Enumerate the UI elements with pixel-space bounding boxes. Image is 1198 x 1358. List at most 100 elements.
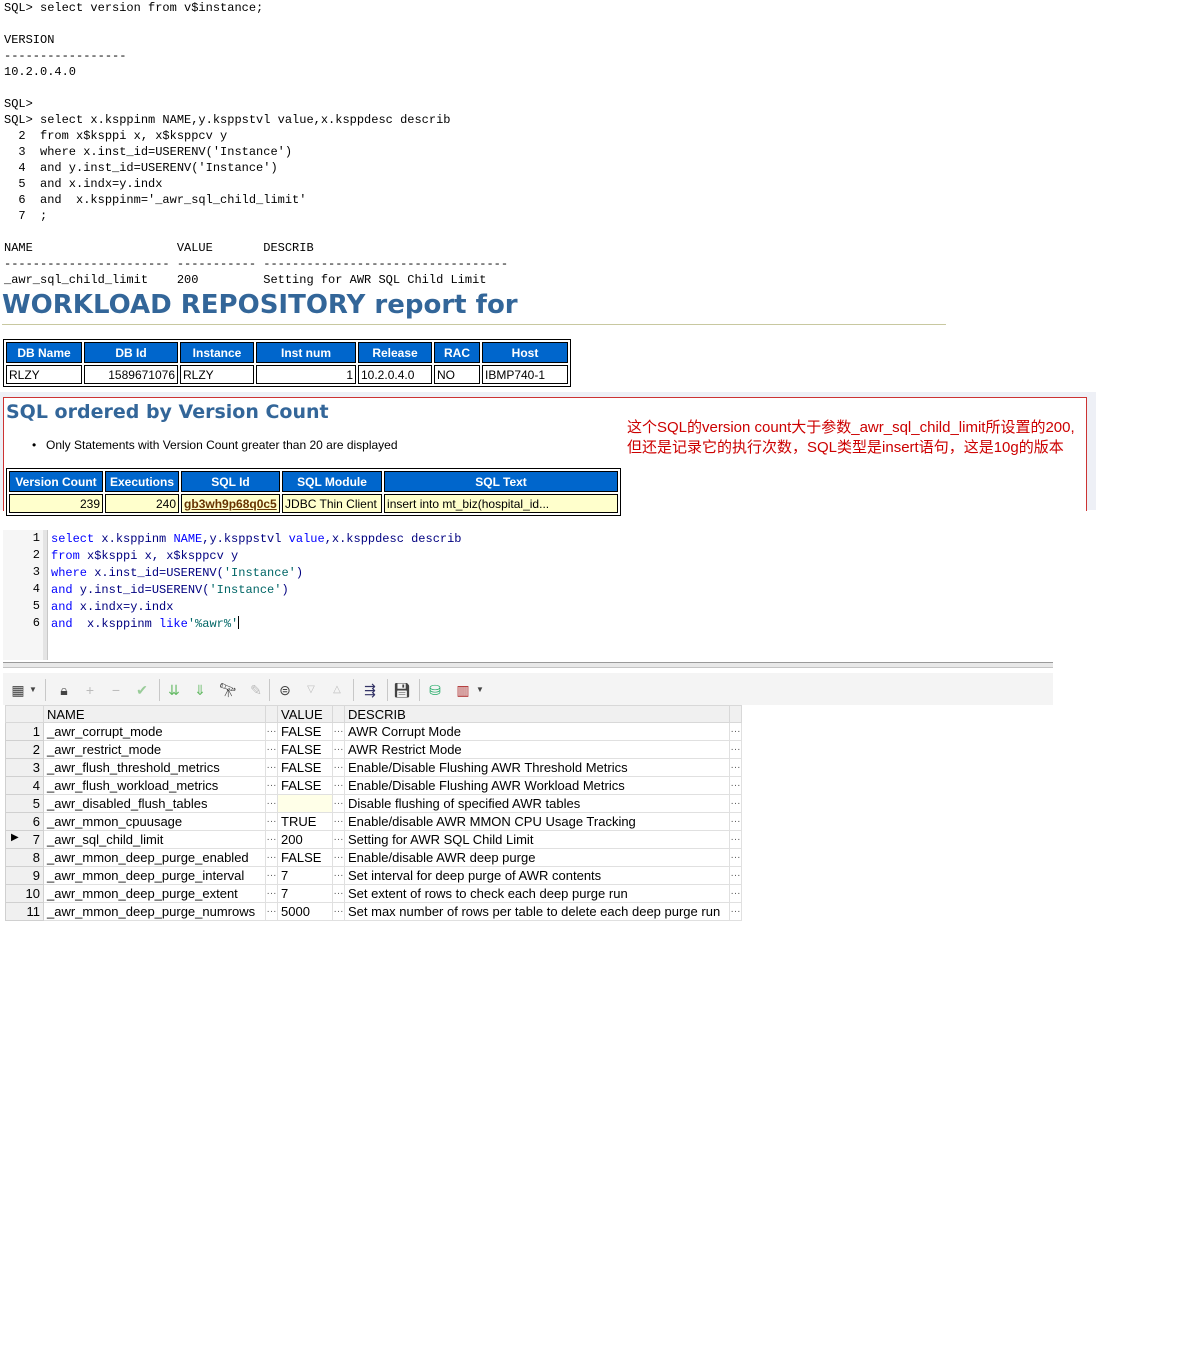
cell-editor-button[interactable]: ··· [729, 812, 742, 831]
delete-record-icon[interactable]: − [107, 681, 125, 699]
row-number-header[interactable] [5, 705, 44, 723]
describ-cell[interactable]: Setting for AWR SQL Child Limit [344, 830, 730, 849]
table-row[interactable]: 8 _awr_mmon_deep_purge_enabled ··· FALSE ···… [5, 848, 742, 867]
table-row[interactable]: 4 _awr_flush_workload_metrics ··· FALSE ··· E… [5, 776, 742, 795]
lock-icon[interactable]: 🔒︎ [55, 681, 73, 699]
cell-editor-button[interactable]: ··· [729, 740, 742, 759]
describ-cell[interactable]: Set extent of rows to check each deep pu… [344, 884, 730, 903]
cell-editor-button[interactable]: ··· [332, 740, 345, 759]
fetch-next-icon[interactable]: ⇊ [165, 681, 183, 699]
cell-editor-button[interactable]: ··· [332, 794, 345, 813]
row-number-cell[interactable]: 4 [5, 776, 44, 795]
describ-cell[interactable]: AWR Restrict Mode [344, 740, 730, 759]
fetch-last-icon[interactable]: ⇓ [191, 681, 209, 699]
sql-id-link[interactable]: gb3wh9p68q0c5 [184, 497, 277, 511]
cell-editor-button[interactable]: ··· [729, 794, 742, 813]
value-cell[interactable] [277, 794, 333, 813]
cell-editor-button[interactable]: ··· [729, 848, 742, 867]
table-row[interactable]: 11 _awr_mmon_deep_purge_numrows ··· 5000 ···… [5, 902, 742, 921]
cell-editor-button[interactable]: ··· [729, 722, 742, 741]
cell-editor-button[interactable]: ··· [332, 902, 345, 921]
value-cell[interactable]: 7 [277, 884, 333, 903]
cell-editor-button[interactable]: ··· [332, 848, 345, 867]
cell-editor-button[interactable]: ··· [265, 740, 278, 759]
row-number-cell[interactable]: 8 [5, 848, 44, 867]
cell-editor-button[interactable]: ··· [265, 722, 278, 741]
describ-cell[interactable]: Enable/Disable Flushing AWR Threshold Me… [344, 758, 730, 777]
cell-editor-button[interactable]: ··· [729, 866, 742, 885]
table-row[interactable]: 2 _awr_restrict_mode ··· FALSE ··· AWR Restri… [5, 740, 742, 759]
table-row[interactable]: 9 _awr_mmon_deep_purge_interval ··· 7 ··· Set… [5, 866, 742, 885]
find-icon[interactable]: 🔭︎ [219, 681, 237, 699]
code-line[interactable]: where x.inst_id=USERENV('Instance') [51, 565, 303, 582]
describ-cell[interactable]: Set interval for deep purge of AWR conte… [344, 866, 730, 885]
row-number-cell[interactable]: 2 [5, 740, 44, 759]
cell-editor-button[interactable]: ··· [729, 830, 742, 849]
table-row[interactable]: 10 _awr_mmon_deep_purge_extent ··· 7 ··· Set … [5, 884, 742, 903]
value-cell[interactable]: TRUE [277, 812, 333, 831]
post-changes-icon[interactable]: ✔ [133, 681, 151, 699]
column-header-name[interactable]: NAME [43, 705, 266, 723]
column-header-value[interactable]: VALUE [277, 705, 333, 723]
cell-editor-button[interactable]: ··· [332, 866, 345, 885]
code-line[interactable]: select x.ksppinm NAME,y.ksppstvl value,x… [51, 531, 462, 548]
name-cell[interactable]: _awr_mmon_deep_purge_interval [43, 866, 266, 885]
row-number-cell[interactable]: 5 [5, 794, 44, 813]
cell-editor-button[interactable]: ··· [265, 902, 278, 921]
name-cell[interactable]: _awr_mmon_deep_purge_numrows [43, 902, 266, 921]
name-cell[interactable]: _awr_disabled_flush_tables [43, 794, 266, 813]
table-row[interactable]: 5 _awr_disabled_flush_tables ··· ··· Disable… [5, 794, 742, 813]
cell-editor-button[interactable]: ··· [729, 776, 742, 795]
row-number-cell[interactable]: 10 [5, 884, 44, 903]
describ-cell[interactable]: Set max number of rows per table to dele… [344, 902, 730, 921]
cell-editor-button[interactable]: ··· [265, 866, 278, 885]
grid-view-icon[interactable]: ▦ [9, 681, 27, 699]
value-cell[interactable]: FALSE [277, 722, 333, 741]
dropdown-arrow-icon[interactable]: ▼ [28, 681, 38, 699]
name-cell[interactable]: _awr_flush_workload_metrics [43, 776, 266, 795]
clear-icon[interactable]: ✎ [247, 681, 265, 699]
name-cell[interactable]: _awr_mmon_cpuusage [43, 812, 266, 831]
row-number-cell[interactable]: 1 [5, 722, 44, 741]
cell-editor-button[interactable]: ··· [332, 722, 345, 741]
cell-editor-button[interactable]: ··· [332, 812, 345, 831]
column-resize-handle[interactable] [729, 705, 742, 723]
cell-editor-button[interactable]: ··· [332, 776, 345, 795]
cell-editor-button[interactable]: ··· [265, 812, 278, 831]
value-cell[interactable]: FALSE [277, 848, 333, 867]
column-resize-handle[interactable] [332, 705, 345, 723]
pane-splitter[interactable] [3, 662, 1053, 668]
name-cell[interactable]: _awr_corrupt_mode [43, 722, 266, 741]
sort-desc-icon[interactable]: ▽ [302, 681, 320, 699]
row-number-cell[interactable]: 9 [5, 866, 44, 885]
export-icon[interactable]: ⇶ [361, 681, 379, 699]
column-header-describ[interactable]: DESCRIB [344, 705, 730, 723]
cell-editor-button[interactable]: ··· [729, 884, 742, 903]
code-line[interactable]: from x$ksppi x, x$ksppcv y [51, 548, 238, 565]
value-cell[interactable]: FALSE [277, 758, 333, 777]
table-row[interactable]: 6 _awr_mmon_cpuusage ··· TRUE ··· Enable/disa… [5, 812, 742, 831]
cell-editor-button[interactable]: ··· [265, 794, 278, 813]
add-record-icon[interactable]: + [81, 681, 99, 699]
value-cell[interactable]: FALSE [277, 740, 333, 759]
row-number-cell[interactable]: ▶ 7 [5, 830, 44, 849]
cell-editor-button[interactable]: ··· [332, 830, 345, 849]
cell-editor-button[interactable]: ··· [265, 830, 278, 849]
save-icon[interactable]: 💾︎ [393, 681, 411, 699]
name-cell[interactable]: _awr_restrict_mode [43, 740, 266, 759]
cell-editor-button[interactable]: ··· [265, 776, 278, 795]
value-cell[interactable]: FALSE [277, 776, 333, 795]
query-by-example-icon[interactable]: ⊜ [276, 681, 294, 699]
cell-editor-button[interactable]: ··· [729, 758, 742, 777]
cell-editor-button[interactable]: ··· [332, 884, 345, 903]
describ-cell[interactable]: Enable/Disable Flushing AWR Workload Met… [344, 776, 730, 795]
sort-asc-icon[interactable]: △ [328, 681, 346, 699]
cell-editor-button[interactable]: ··· [265, 758, 278, 777]
table-row[interactable]: 1 _awr_corrupt_mode ··· FALSE ··· AWR Corrupt… [5, 722, 742, 741]
code-line[interactable]: and x.indx=y.indx [51, 599, 173, 616]
table-row[interactable]: ▶ 7 _awr_sql_child_limit ··· 200 ··· Setting f… [5, 830, 742, 849]
row-number-cell[interactable]: 11 [5, 902, 44, 921]
describ-cell[interactable]: Enable/disable AWR deep purge [344, 848, 730, 867]
code-line[interactable]: and y.inst_id=USERENV('Instance') [51, 582, 289, 599]
describ-cell[interactable]: AWR Corrupt Mode [344, 722, 730, 741]
